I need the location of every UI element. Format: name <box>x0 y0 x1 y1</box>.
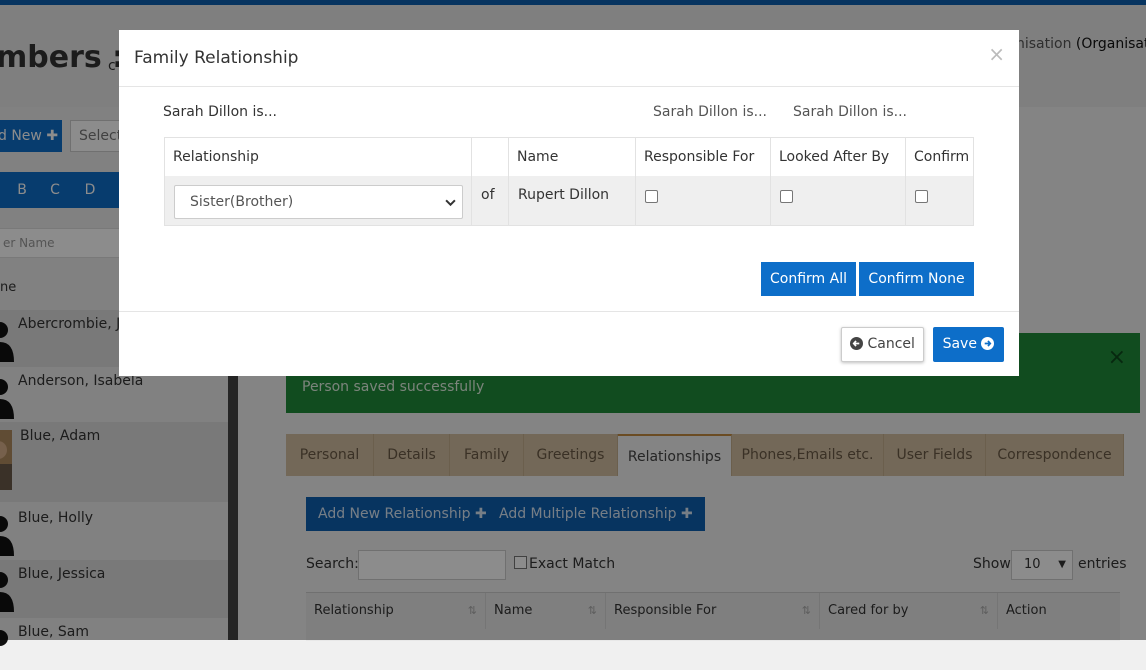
confirm-all-button[interactable]: Confirm All <box>761 262 856 296</box>
header-of <box>472 138 509 176</box>
divider <box>119 311 1019 312</box>
header-confirm: Confirm <box>914 149 970 165</box>
confirm-none-button[interactable]: Confirm None <box>859 262 974 296</box>
relationship-table: Relationship Name Responsible For Looked… <box>164 137 974 226</box>
chevron-down-icon <box>445 186 456 221</box>
header-relationship: Relationship <box>165 138 472 176</box>
looked-after-by-checkbox[interactable] <box>780 190 793 203</box>
header-responsible-for: Responsible For <box>636 138 771 176</box>
confirm-checkbox[interactable] <box>915 190 928 203</box>
confirm-cell <box>906 176 973 225</box>
family-relationship-modal: Family Relationship × Sarah Dillon is...… <box>119 30 1019 376</box>
responsible-for-cell <box>636 176 771 225</box>
close-icon[interactable]: × <box>988 42 1005 66</box>
subject-label-looked-after: Sarah Dillon is... <box>793 104 907 120</box>
header-name: Name <box>509 138 636 176</box>
related-person-name: Rupert Dillon <box>509 176 636 225</box>
table-row: Sister(Brother) of Rupert Dillon <box>165 176 973 225</box>
relationship-cell: Sister(Brother) <box>165 176 472 225</box>
arrow-left-circle-icon <box>850 330 864 363</box>
arrow-right-circle-icon <box>981 329 995 364</box>
looked-after-by-cell <box>771 176 906 225</box>
responsible-for-checkbox[interactable] <box>645 190 658 203</box>
header-looked-after-by: Looked After By <box>771 138 906 176</box>
relationship-select[interactable]: Sister(Brother) <box>174 185 463 219</box>
save-button[interactable]: Save <box>933 327 1004 362</box>
of-label: of <box>472 176 509 225</box>
subject-label: Sarah Dillon is... <box>163 104 277 120</box>
modal-title: Family Relationship <box>134 48 299 68</box>
subject-label-responsible: Sarah Dillon is... <box>653 104 767 120</box>
divider <box>119 86 1019 87</box>
cancel-button[interactable]: Cancel <box>841 327 924 362</box>
